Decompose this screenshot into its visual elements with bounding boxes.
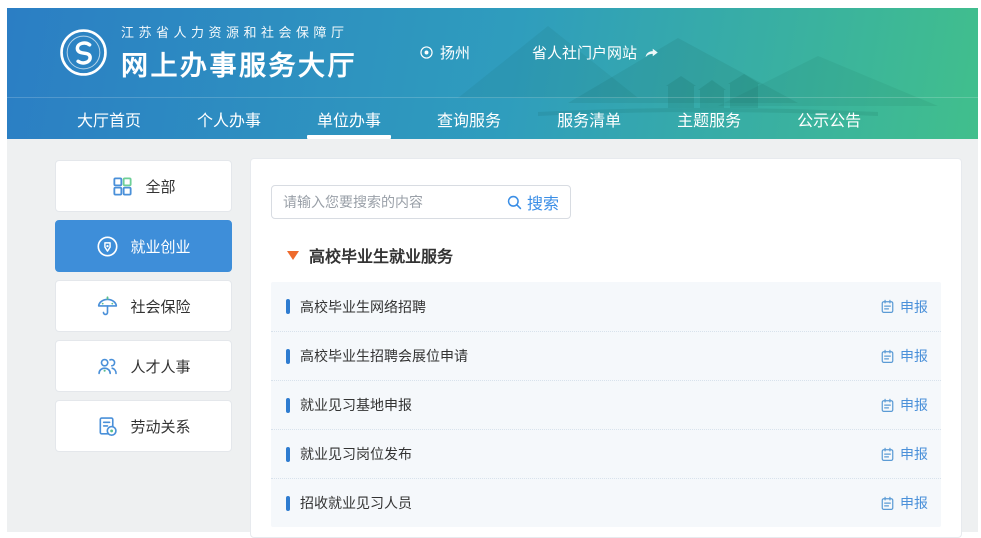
sidebar-item-label: 就业创业 [130, 236, 190, 257]
category-sidebar: 全部 就业创业 社会保险 [55, 160, 232, 460]
site-title: 网上办事服务大厅 [121, 44, 357, 83]
sidebar-item-social-insurance[interactable]: 社会保险 [55, 280, 232, 332]
brand-block: 江苏省人力资源和社会保障厅 网上办事服务大厅 [121, 22, 357, 83]
agency-name: 江苏省人力资源和社会保障厅 [121, 22, 357, 41]
portal-link-label: 省人社门户网站 [532, 42, 637, 63]
service-row: 就业见习岗位发布 申报 [271, 429, 941, 478]
main-nav: 大厅首页 个人办事 单位办事 查询服务 服务清单 主题服务 公示公告 [7, 97, 978, 139]
city-selector[interactable]: 扬州 [419, 42, 470, 63]
people-icon [96, 355, 119, 378]
service-row: 高校毕业生网络招聘 申报 [271, 282, 941, 331]
location-icon [419, 45, 434, 60]
sidebar-item-label: 社会保险 [130, 296, 190, 317]
document-gear-icon [96, 415, 119, 438]
clipboard-icon [880, 398, 895, 413]
service-row: 招收就业见习人员 申报 [271, 478, 941, 527]
nav-item-service-list[interactable]: 服务清单 [553, 98, 625, 139]
search-box: 搜索 [271, 185, 571, 219]
nav-label: 主题服务 [677, 107, 741, 131]
apply-button-label: 申报 [900, 493, 928, 513]
apply-button-label: 申报 [900, 346, 928, 366]
nav-label: 个人办事 [197, 107, 261, 131]
row-marker [286, 299, 290, 314]
city-label: 扬州 [440, 42, 470, 63]
search-icon [506, 194, 523, 211]
sidebar-item-labor-relations[interactable]: 劳动关系 [55, 400, 232, 452]
clipboard-icon [880, 349, 895, 364]
grid-icon [111, 175, 134, 198]
umbrella-icon [96, 295, 119, 318]
service-title: 高校毕业生网络招聘 [300, 297, 880, 317]
section-header[interactable]: 高校毕业生就业服务 [271, 243, 941, 267]
sidebar-item-all[interactable]: 全部 [55, 160, 232, 212]
nav-label: 服务清单 [557, 107, 621, 131]
nav-item-personal[interactable]: 个人办事 [193, 98, 265, 139]
service-title: 就业见习基地申报 [300, 395, 880, 415]
apply-button-label: 申报 [900, 395, 928, 415]
services-content-card: 搜索 高校毕业生就业服务 高校毕业生网络招聘 [250, 158, 962, 538]
nav-label: 查询服务 [437, 107, 501, 131]
apply-button[interactable]: 申报 [880, 444, 928, 464]
portal-link[interactable]: 省人社门户网站 [532, 42, 660, 63]
apply-button[interactable]: 申报 [880, 395, 928, 415]
apply-button-label: 申报 [900, 297, 928, 317]
search-button-label: 搜索 [527, 190, 559, 214]
nav-label: 公示公告 [797, 107, 861, 131]
sidebar-item-talent-personnel[interactable]: 人才人事 [55, 340, 232, 392]
apply-button[interactable]: 申报 [880, 493, 928, 513]
sidebar-item-employment[interactable]: 就业创业 [55, 220, 232, 272]
external-share-icon [643, 45, 660, 60]
sidebar-item-label: 人才人事 [130, 356, 190, 377]
employment-icon [96, 235, 119, 258]
clipboard-icon [880, 447, 895, 462]
row-marker [286, 349, 290, 364]
section-title: 高校毕业生就业服务 [309, 243, 453, 267]
service-row: 就业见习基地申报 申报 [271, 380, 941, 429]
clipboard-icon [880, 299, 895, 314]
search-button[interactable]: 搜索 [506, 190, 559, 214]
page-body: 全部 就业创业 社会保险 [7, 139, 978, 532]
clipboard-icon [880, 496, 895, 511]
apply-button[interactable]: 申报 [880, 297, 928, 317]
nav-item-topics[interactable]: 主题服务 [673, 98, 745, 139]
service-title: 就业见习岗位发布 [300, 444, 880, 464]
search-input[interactable] [283, 194, 506, 210]
nav-label: 单位办事 [317, 107, 381, 131]
service-title: 高校毕业生招聘会展位申请 [300, 346, 880, 366]
collapse-triangle-icon [287, 251, 299, 260]
service-row: 高校毕业生招聘会展位申请 申报 [271, 331, 941, 380]
site-header: 江苏省人力资源和社会保障厅 网上办事服务大厅 扬州 省人社门户网站 大厅首页 个… [7, 8, 978, 139]
row-marker [286, 398, 290, 413]
nav-item-query[interactable]: 查询服务 [433, 98, 505, 139]
page-frame: 江苏省人力资源和社会保障厅 网上办事服务大厅 扬州 省人社门户网站 大厅首页 个… [7, 8, 978, 532]
row-marker [286, 447, 290, 462]
hrss-logo-icon [59, 28, 108, 77]
apply-button[interactable]: 申报 [880, 346, 928, 366]
apply-button-label: 申报 [900, 444, 928, 464]
nav-item-unit[interactable]: 单位办事 [313, 98, 385, 139]
sidebar-item-label: 全部 [145, 176, 175, 197]
sidebar-item-label: 劳动关系 [130, 416, 190, 437]
nav-item-announcements[interactable]: 公示公告 [793, 98, 865, 139]
row-marker [286, 496, 290, 511]
service-list: 高校毕业生网络招聘 申报 高校毕业生招聘会展位申请 [271, 282, 941, 527]
header-top: 江苏省人力资源和社会保障厅 网上办事服务大厅 扬州 省人社门户网站 [7, 8, 978, 97]
nav-item-home[interactable]: 大厅首页 [73, 98, 145, 139]
nav-label: 大厅首页 [77, 107, 141, 131]
service-title: 招收就业见习人员 [300, 493, 880, 513]
